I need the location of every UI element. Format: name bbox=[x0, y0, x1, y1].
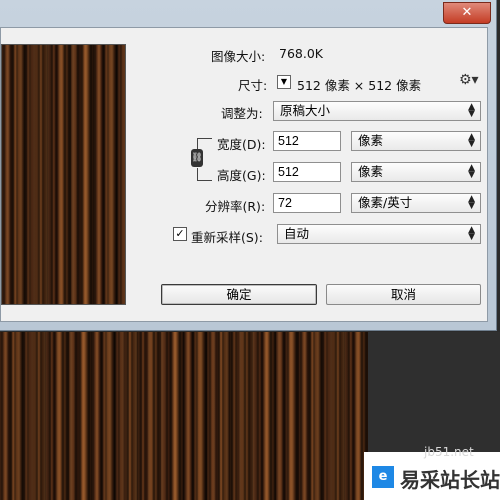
resolution-unit-value: 像素/英寸 bbox=[358, 195, 413, 210]
chevron-updown-icon: ▲ ▼ bbox=[468, 102, 475, 119]
close-button[interactable]: ✕ bbox=[443, 2, 491, 24]
watermark-url: jb51.net bbox=[424, 445, 474, 459]
resample-value: 自动 bbox=[284, 226, 310, 241]
width-unit-select[interactable]: 像素 ▲ ▼ bbox=[351, 131, 481, 151]
image-size-label: 图像大小: bbox=[211, 49, 266, 64]
wood-texture-background bbox=[0, 332, 368, 500]
height-unit-value: 像素 bbox=[358, 164, 384, 179]
watermark-text: 易采站长站 bbox=[400, 468, 500, 492]
fit-to-label: 调整为: bbox=[221, 106, 263, 121]
fit-to-select[interactable]: 原稿大小 ▲ ▼ bbox=[273, 101, 481, 121]
width-label: 宽度(D): bbox=[217, 137, 266, 152]
chevron-updown-icon: ▲ ▼ bbox=[468, 132, 475, 149]
resample-checkbox[interactable]: ✓ bbox=[173, 227, 187, 241]
close-icon: ✕ bbox=[461, 5, 473, 20]
resample-label: 重新采样(S): bbox=[191, 230, 263, 245]
resolution-label: 分辨率(R): bbox=[205, 199, 266, 214]
resolution-input[interactable] bbox=[273, 193, 341, 213]
width-input[interactable] bbox=[273, 131, 341, 151]
dimensions-label: 尺寸: bbox=[238, 78, 268, 93]
resolution-unit-select[interactable]: 像素/英寸 ▲ ▼ bbox=[351, 193, 481, 213]
dimensions-dropdown-icon[interactable]: ▼ bbox=[277, 75, 291, 89]
height-label: 高度(G): bbox=[217, 168, 266, 183]
logo-icon: e bbox=[372, 466, 394, 488]
dialog-body: 图像大小: 768.0K ⚙▾ 尺寸: ▼ 512 像素 × 512 像素 调整… bbox=[0, 27, 488, 322]
fit-to-value: 原稿大小 bbox=[280, 103, 331, 118]
ok-button[interactable]: 确定 bbox=[161, 284, 317, 305]
width-unit-value: 像素 bbox=[358, 133, 384, 148]
image-preview bbox=[1, 44, 126, 305]
gear-icon[interactable]: ⚙▾ bbox=[459, 72, 479, 88]
chevron-updown-icon: ▲ ▼ bbox=[468, 225, 475, 242]
resample-select[interactable]: 自动 ▲ ▼ bbox=[277, 224, 481, 244]
chevron-updown-icon: ▲ ▼ bbox=[468, 194, 475, 211]
chain-link-icon[interactable]: ⛓ bbox=[191, 149, 203, 167]
chevron-updown-icon: ▲ ▼ bbox=[468, 163, 475, 180]
link-bracket-bottom bbox=[197, 168, 212, 181]
dimensions-value: 512 像素 × 512 像素 bbox=[297, 78, 422, 93]
image-size-value: 768.0K bbox=[279, 46, 323, 61]
watermark: jb51.net e 易采站长站 bbox=[364, 445, 500, 500]
height-input[interactable] bbox=[273, 162, 341, 182]
cancel-button[interactable]: 取消 bbox=[326, 284, 481, 305]
image-size-dialog: ✕ 图像大小: 768.0K ⚙▾ 尺寸: ▼ 512 像素 × 512 像素 … bbox=[0, 0, 497, 331]
height-unit-select[interactable]: 像素 ▲ ▼ bbox=[351, 162, 481, 182]
